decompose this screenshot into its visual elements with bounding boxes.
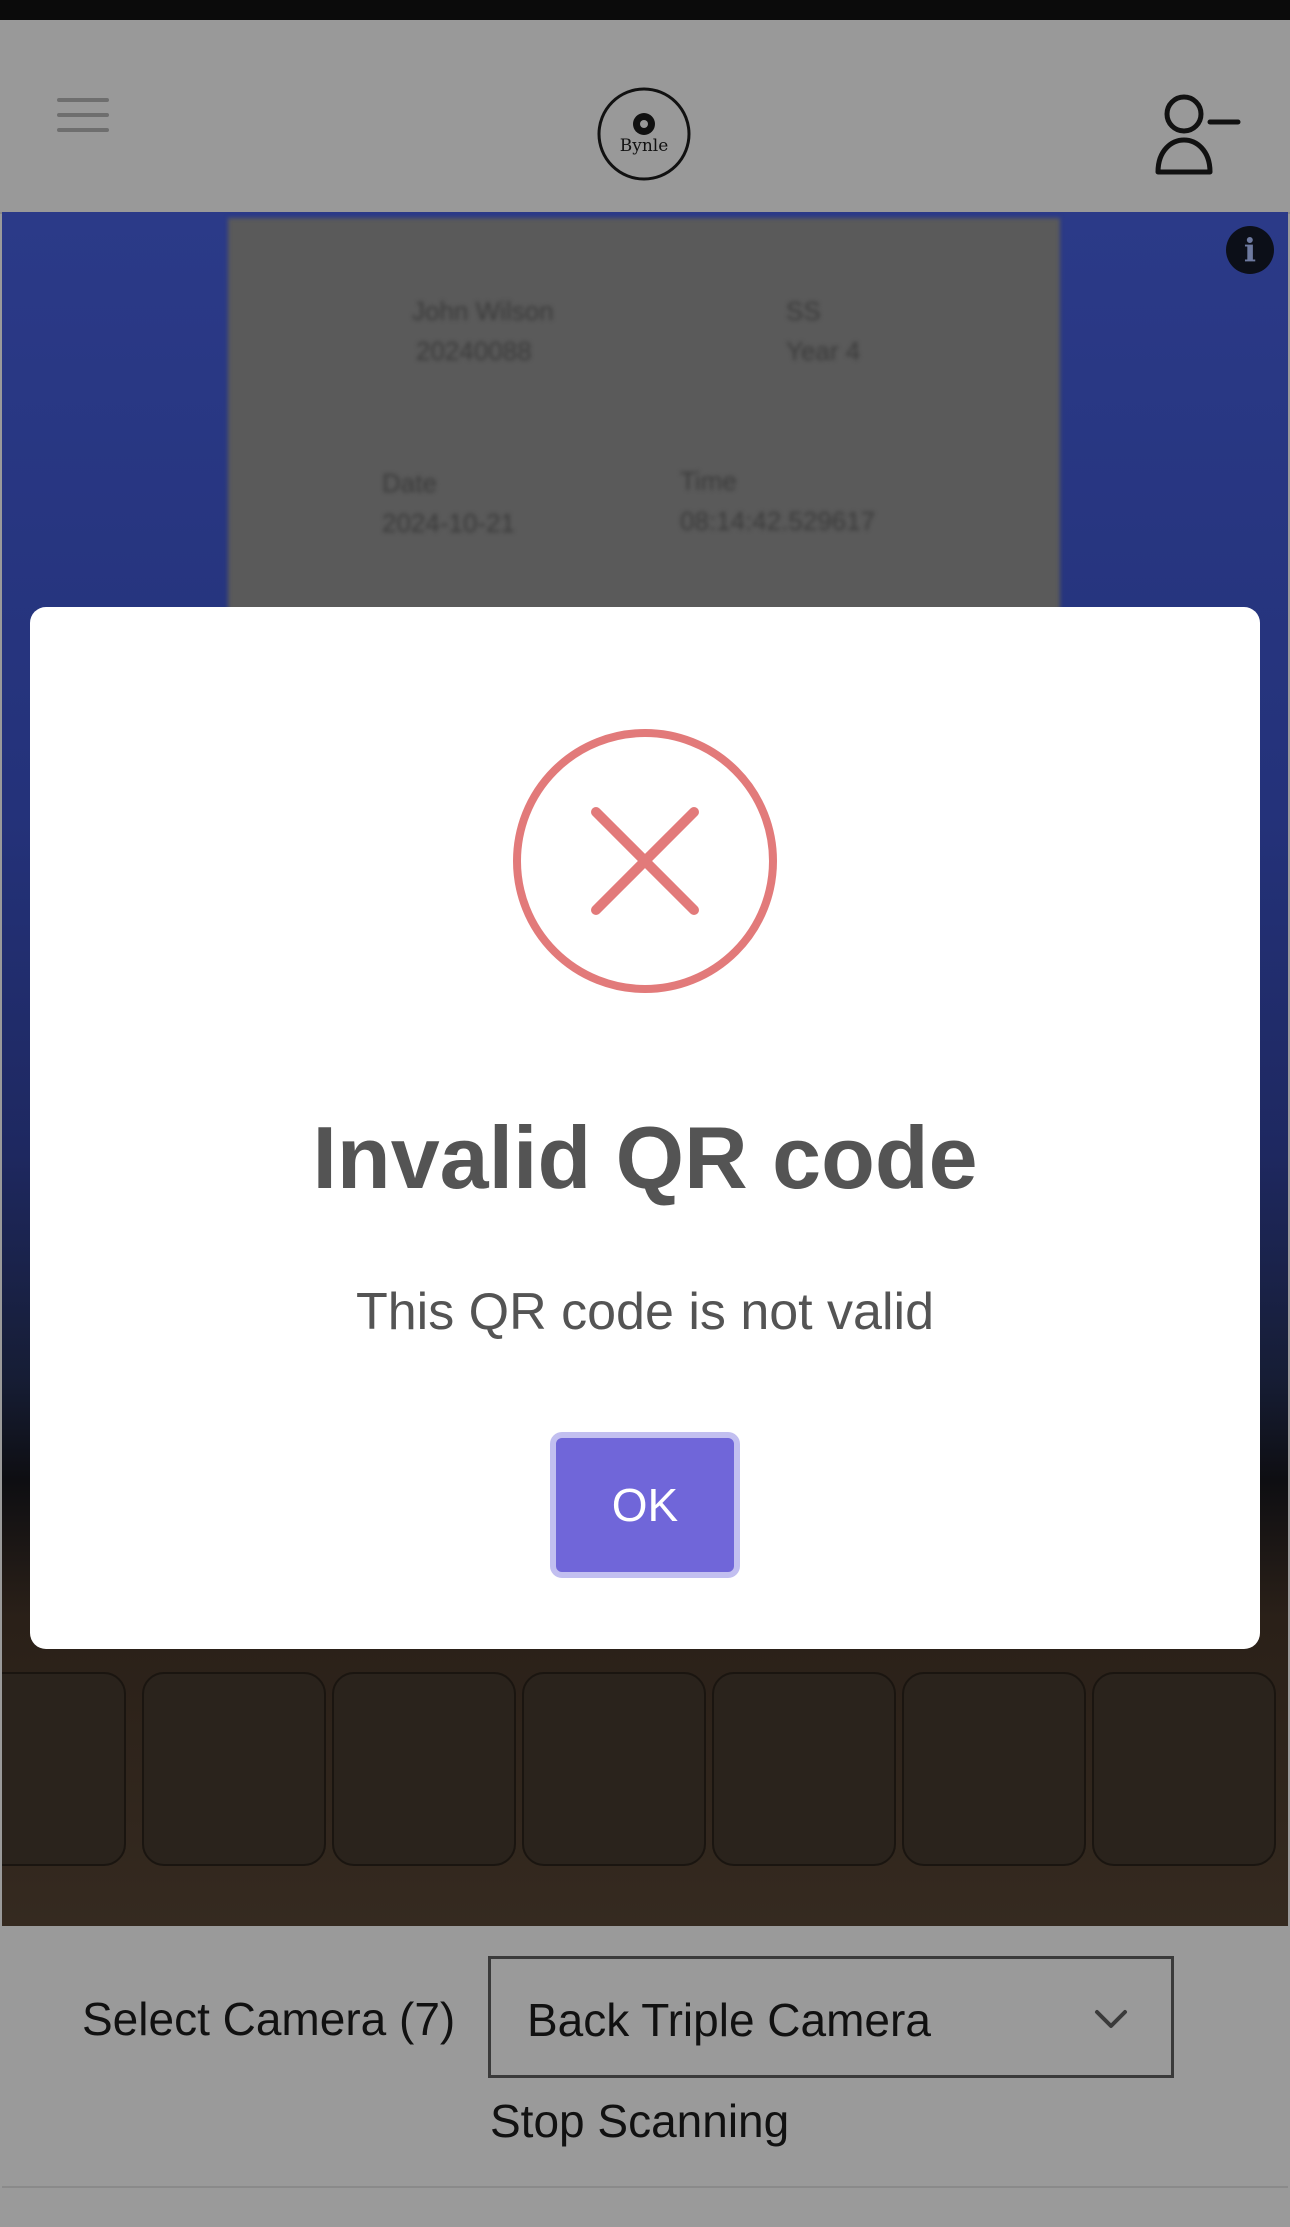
app-logo[interactable]: Bynle bbox=[596, 86, 692, 182]
keyboard-key bbox=[712, 1672, 896, 1866]
hamburger-menu-icon[interactable] bbox=[52, 90, 116, 140]
menu-line bbox=[57, 98, 109, 102]
menu-line bbox=[57, 128, 109, 132]
paper-date-label: Date bbox=[382, 468, 437, 498]
paper-date: 2024-10-21 bbox=[382, 508, 515, 538]
scanned-paper bbox=[228, 218, 1060, 638]
keyboard-key bbox=[902, 1672, 1086, 1866]
chevron-down-icon bbox=[1095, 2010, 1127, 2028]
stop-scanning-button[interactable]: Stop Scanning bbox=[490, 2094, 789, 2148]
error-dialog: Invalid QR code This QR code is not vali… bbox=[30, 607, 1260, 1649]
paper-time: 08:14:42.529617 bbox=[680, 506, 876, 536]
dialog-title: Invalid QR code bbox=[312, 1108, 978, 1207]
paper-time-label: Time bbox=[680, 466, 737, 496]
info-icon[interactable]: i bbox=[1226, 226, 1274, 274]
paper-year: Year 4 bbox=[786, 336, 861, 366]
ok-button[interactable]: OK bbox=[550, 1432, 740, 1578]
paper-id: 20240088 bbox=[416, 336, 532, 366]
camera-select[interactable]: Back Triple Camera bbox=[488, 1956, 1174, 2078]
status-bar bbox=[0, 0, 1290, 20]
app-header: Bynle bbox=[0, 20, 1290, 214]
menu-line bbox=[57, 113, 109, 117]
keyboard-key bbox=[522, 1672, 706, 1866]
keyboard-key bbox=[332, 1672, 516, 1866]
dialog-message: This QR code is not valid bbox=[355, 1283, 935, 1341]
paper-name: John Wilson bbox=[412, 296, 554, 326]
select-camera-label: Select Camera (7) bbox=[82, 1993, 456, 2045]
camera-select-value: Back Triple Camera bbox=[527, 1994, 931, 2046]
keyboard-key bbox=[2, 1672, 126, 1866]
paper-code: SS bbox=[786, 296, 821, 326]
keyboard-key bbox=[1092, 1672, 1276, 1866]
user-minus-icon[interactable] bbox=[1152, 90, 1242, 180]
logo-circle-icon bbox=[597, 87, 691, 181]
keyboard-key bbox=[142, 1672, 326, 1866]
logo-text: Bynle bbox=[619, 136, 669, 156]
error-x-icon bbox=[513, 729, 777, 993]
scanner-controls: Select Camera (7) Back Triple Camera Sto… bbox=[2, 1926, 1288, 2188]
